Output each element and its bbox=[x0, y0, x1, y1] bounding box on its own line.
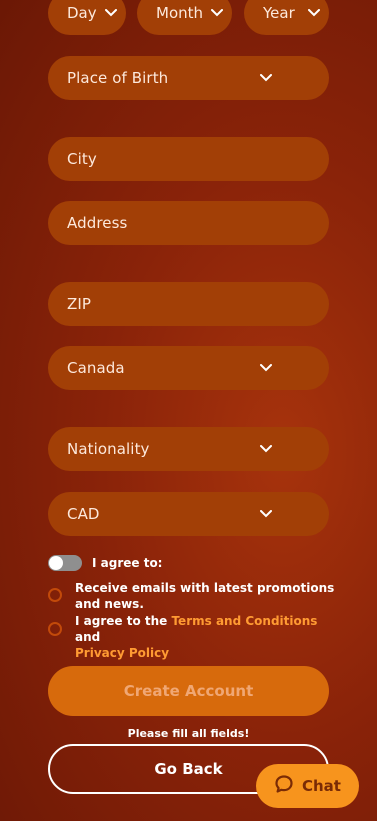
year-select-label: Year bbox=[263, 4, 295, 22]
address-input[interactable]: Address bbox=[48, 201, 329, 245]
chevron-down-icon bbox=[259, 361, 273, 375]
address-placeholder: Address bbox=[67, 214, 128, 232]
go-back-label: Go Back bbox=[154, 760, 223, 778]
place-of-birth-select[interactable]: Place of Birth bbox=[48, 56, 329, 100]
fill-fields-hint: Please fill all fields! bbox=[127, 727, 250, 740]
toggle-knob bbox=[49, 556, 63, 570]
nationality-label: Nationality bbox=[67, 440, 150, 458]
nationality-select[interactable]: Nationality bbox=[48, 427, 329, 471]
privacy-policy-link[interactable]: Privacy Policy bbox=[75, 646, 169, 660]
chat-bubble-icon bbox=[274, 774, 294, 798]
city-input[interactable]: City bbox=[48, 137, 329, 181]
country-select[interactable]: Canada bbox=[48, 346, 329, 390]
chevron-down-icon bbox=[104, 6, 118, 20]
chevron-down-icon bbox=[259, 71, 273, 85]
year-select[interactable]: Year bbox=[244, 0, 329, 35]
chevron-down-icon bbox=[259, 507, 273, 521]
terms-consent-label: I agree to the Terms and Conditions and … bbox=[75, 613, 335, 661]
currency-value: CAD bbox=[67, 505, 100, 523]
chevron-down-icon bbox=[307, 6, 321, 20]
city-placeholder: City bbox=[67, 150, 97, 168]
emails-consent-radio[interactable] bbox=[48, 588, 62, 602]
chevron-down-icon bbox=[259, 442, 273, 456]
emails-consent-label: Receive emails with latest promotions an… bbox=[75, 581, 335, 611]
month-select-label: Month bbox=[156, 4, 204, 22]
zip-input[interactable]: ZIP bbox=[48, 282, 329, 326]
currency-select[interactable]: CAD bbox=[48, 492, 329, 536]
terms-prefix-text: I agree to the bbox=[75, 614, 172, 628]
agree-toggle-label: I agree to: bbox=[92, 556, 163, 570]
terms-link[interactable]: Terms and Conditions bbox=[171, 614, 317, 628]
country-value: Canada bbox=[67, 359, 125, 377]
place-of-birth-label: Place of Birth bbox=[67, 69, 169, 87]
create-account-button[interactable]: Create Account bbox=[48, 666, 329, 716]
month-select[interactable]: Month bbox=[137, 0, 232, 35]
terms-and-text: and bbox=[75, 630, 101, 644]
agree-all-toggle[interactable] bbox=[48, 555, 82, 571]
chat-label: Chat bbox=[302, 777, 341, 795]
chat-button[interactable]: Chat bbox=[256, 764, 359, 808]
create-account-label: Create Account bbox=[123, 682, 254, 700]
terms-consent-radio[interactable] bbox=[48, 622, 62, 636]
day-select[interactable]: Day bbox=[48, 0, 126, 35]
chevron-down-icon bbox=[210, 6, 224, 20]
zip-placeholder: ZIP bbox=[67, 295, 92, 313]
day-select-label: Day bbox=[67, 4, 97, 22]
